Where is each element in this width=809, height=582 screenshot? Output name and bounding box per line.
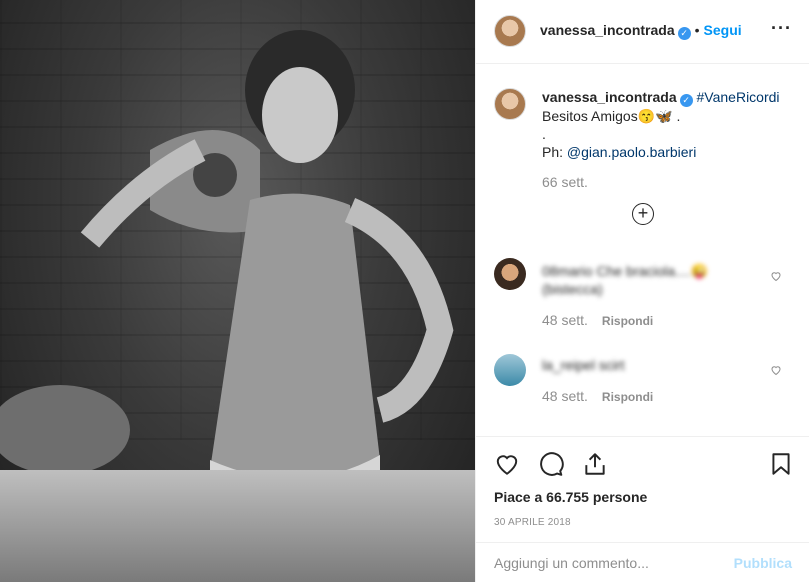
follow-button[interactable]: Segui [704, 22, 742, 38]
post-photo[interactable] [0, 0, 475, 582]
credit-prefix: Ph: [542, 144, 567, 160]
comment-avatar[interactable] [494, 354, 526, 386]
caption-dot-line: . [542, 126, 546, 142]
more-options-icon[interactable]: ··· [771, 18, 792, 39]
comment-avatar[interactable] [494, 258, 526, 290]
verified-badge-icon: ✓ [677, 27, 691, 40]
author-avatar[interactable] [494, 15, 526, 47]
post-side-panel: vanessa_incontrada ✓ • Segui ··· vanessa_in… [475, 0, 809, 582]
reply-button[interactable]: Rispondi [602, 314, 653, 328]
comment-meta: 48 sett. Rispondi [542, 388, 653, 404]
verified-badge-icon: ✓ [679, 94, 693, 107]
comment-like-heart-icon[interactable] [770, 270, 782, 282]
caption-time[interactable]: 66 sett. [542, 173, 802, 191]
comment-text-line: (bistecca) [542, 281, 603, 297]
add-comment-bar: Pubblica [476, 542, 809, 582]
load-more-comments-icon[interactable]: + [632, 203, 654, 225]
caption-line-1: vanessa_incontrada ✓ #VaneRicordi [542, 88, 802, 107]
credit-mention[interactable]: @gian.paolo.barbieri [567, 144, 696, 160]
comment-text: la_reipel scirt [542, 356, 742, 374]
post-header: vanessa_incontrada ✓ • Segui ··· [476, 0, 809, 64]
caption-text: Besitos Amigos😙🦋 . [542, 108, 681, 124]
caption-credit: Ph: @gian.paolo.barbieri [542, 143, 802, 161]
likes-count[interactable]: Piace a 66.755 persone [494, 489, 647, 505]
comment-text-line: 08mario Che braciola....😜 [542, 263, 709, 279]
separator-dot: • [694, 22, 700, 38]
comment-like-heart-icon[interactable] [770, 364, 782, 376]
header-user-line: vanessa_incontrada ✓ • Segui [540, 22, 742, 40]
caption-body: vanessa_incontrada ✓ #VaneRicordi Besitos… [542, 88, 802, 191]
comment-meta: 48 sett. Rispondi [542, 312, 653, 328]
comment-time[interactable]: 48 sett. [542, 388, 588, 404]
comment-text-line: la_reipel scirt [542, 357, 625, 373]
publish-button[interactable]: Pubblica [734, 555, 792, 571]
reply-button[interactable]: Rispondi [602, 390, 653, 404]
caption-username[interactable]: vanessa_incontrada [542, 89, 677, 105]
comment-bubble-icon[interactable] [538, 451, 564, 477]
share-upload-icon[interactable] [582, 451, 608, 477]
post-date[interactable]: 30 APRILE 2018 [494, 517, 571, 528]
caption-hashtag[interactable]: #VaneRicordi [697, 89, 780, 105]
post-actions: Piace a 66.755 persone 30 APRILE 2018 [476, 436, 809, 528]
author-username[interactable]: vanessa_incontrada [540, 22, 675, 38]
like-heart-icon[interactable] [494, 451, 520, 477]
photo-table [0, 470, 475, 582]
save-bookmark-icon[interactable] [768, 451, 794, 477]
comment-text: 08mario Che braciola....😜 (bistecca) [542, 262, 742, 298]
comment-input[interactable] [494, 553, 724, 573]
comment-time[interactable]: 48 sett. [542, 312, 588, 328]
caption-avatar[interactable] [494, 88, 526, 120]
